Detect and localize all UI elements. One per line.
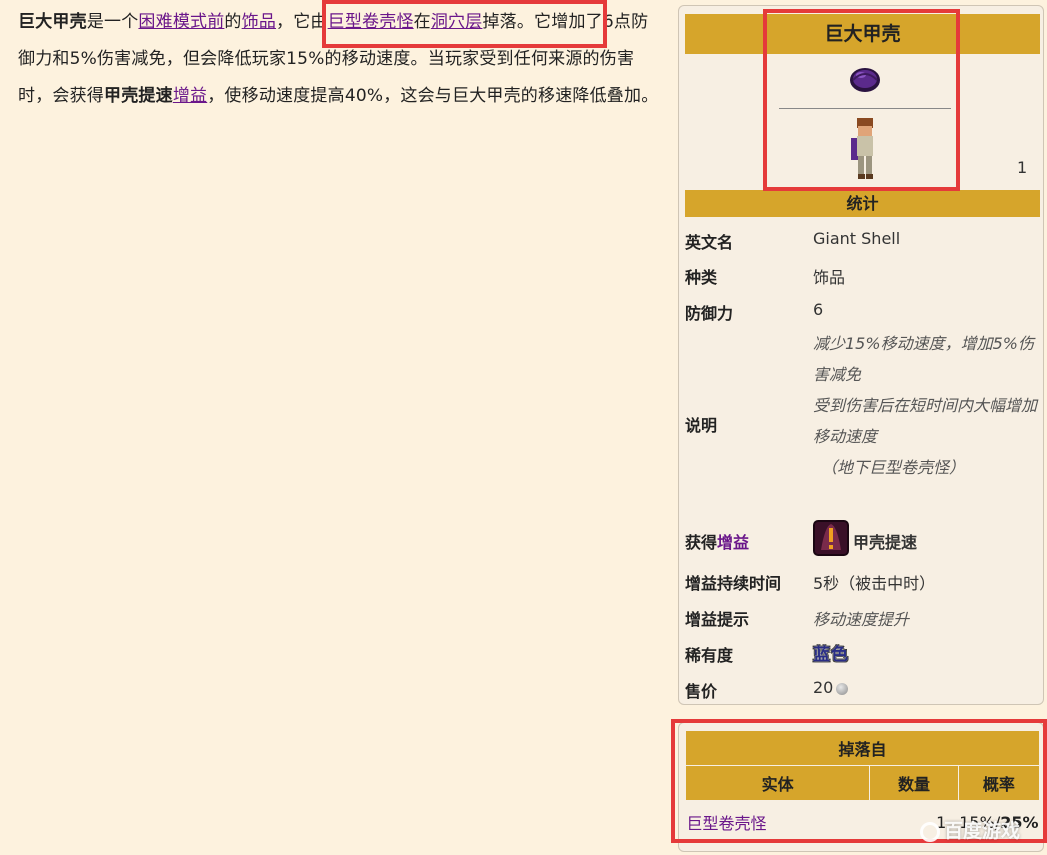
shell-speed-buff-icon	[813, 520, 849, 556]
silver-coin-icon	[836, 682, 849, 695]
watermark: 百度游戏	[920, 816, 1020, 843]
buff-label: 获得增益	[685, 529, 749, 553]
watermark-text: 百度游戏	[944, 820, 1021, 842]
buff-name-bold: 甲壳提速	[104, 86, 173, 106]
description-line: （地下巨型卷壳怪）	[821, 458, 966, 477]
item-count: 1	[1017, 158, 1028, 177]
link-accessory[interactable]: 饰品	[242, 12, 276, 32]
description-line: 受到伤害后在短时间内大幅增加移动速度	[813, 396, 1038, 446]
description-label: 说明	[685, 416, 718, 435]
watermark-logo-icon	[920, 821, 940, 842]
article-text: ，使移动速度提高40%，这会与巨大甲壳的移速降低叠加。	[207, 86, 659, 106]
article-term: 巨大甲壳	[18, 12, 87, 32]
sell-label: 售价	[685, 682, 718, 701]
article-text: 是一个	[86, 12, 139, 32]
english-name-label: 英文名	[685, 233, 734, 252]
article-text: 的	[224, 12, 242, 32]
type-link[interactable]: 饰品	[813, 264, 845, 288]
article-text: ，它由	[276, 12, 328, 32]
rarity-value: 蓝色	[813, 645, 849, 665]
stats-header: 统计	[685, 190, 1040, 217]
defense-label: 防御力	[685, 304, 734, 323]
buff-label-prefix: 获得	[685, 533, 718, 552]
buff-tooltip-label: 增益提示	[685, 610, 750, 629]
buff-duration-label: 增益持续时间	[685, 574, 782, 593]
highlight-box-drop-source	[322, 0, 607, 48]
sell-value: 20	[813, 678, 849, 697]
buff-tooltip-value: 移动速度提升	[813, 610, 910, 629]
defense-value: 6	[813, 300, 824, 319]
highlight-box-item-image	[763, 9, 960, 191]
type-label: 种类	[685, 268, 718, 287]
english-name-value: Giant Shell	[813, 229, 901, 248]
description-line: 减少15%移动速度，增加5%伤害减免	[813, 334, 1034, 384]
link-buff-infobox[interactable]: 增益	[717, 533, 749, 552]
rarity-label: 稀有度	[685, 646, 734, 665]
link-hardmode[interactable]: 困难模式前	[138, 12, 224, 32]
sell-amount: 20	[813, 678, 834, 697]
buff-name-link[interactable]: 甲壳提速	[853, 529, 917, 553]
link-buff[interactable]: 增益	[173, 86, 207, 106]
buff-duration-value: 5秒（被击中时）	[813, 574, 936, 593]
description-text: 减少15%移动速度，增加5%伤害减免 受到伤害后在短时间内大幅增加移动速度 （地…	[813, 328, 1038, 483]
